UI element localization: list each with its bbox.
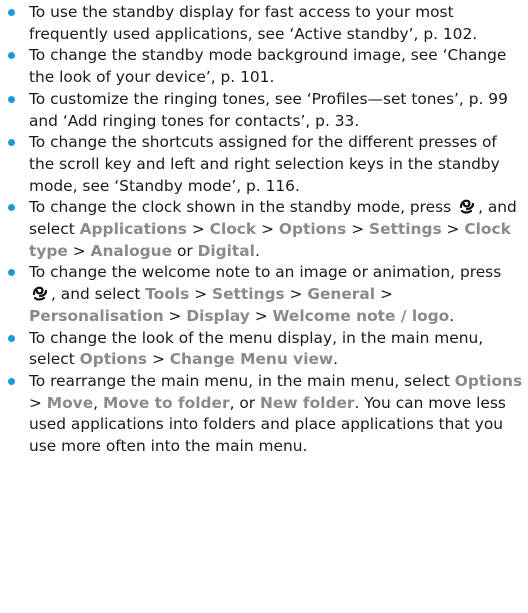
item-text: > — [29, 393, 47, 412]
item-text: To use the standby display for fast acce… — [29, 3, 478, 43]
item-text: > — [346, 220, 369, 239]
menu-path-keyword: Tools — [145, 285, 190, 304]
list-item: To customize the ringing tones, see ‘Pro… — [0, 89, 528, 132]
menu-path-keyword: Welcome note / logo — [272, 306, 450, 325]
bullet-icon — [8, 377, 15, 385]
item-text: To customize the ringing tones, see ‘Pro… — [29, 89, 508, 130]
menu-path-keyword: Personalisation — [29, 306, 164, 325]
list-item: To change the welcome note to an image o… — [0, 262, 528, 327]
list-item: To change the shortcuts assigned for the… — [0, 132, 528, 197]
list-item: To change the standby mode background im… — [0, 45, 528, 88]
item-text: To change the welcome note to an image o… — [29, 263, 502, 282]
list-item: To change the clock shown in the standby… — [0, 197, 528, 262]
item-text: To change the shortcuts assigned for the… — [29, 133, 500, 195]
menu-path-keyword: Settings — [368, 220, 442, 239]
bullet-icon — [8, 269, 15, 277]
menu-path-keyword: Options — [79, 350, 148, 369]
bullet-icon — [8, 139, 15, 147]
item-text: . — [333, 350, 339, 369]
item-text: , — [93, 393, 103, 412]
item-text: . — [254, 241, 260, 260]
bullet-icon — [8, 334, 15, 342]
list-item: To change the look of the menu display, … — [0, 328, 528, 371]
item-text: > — [147, 350, 170, 369]
bullet-icon — [8, 52, 15, 60]
menu-path-keyword: Move to folder — [102, 393, 230, 412]
menu-key-icon — [32, 286, 48, 301]
bullet-icon — [8, 95, 15, 103]
menu-path-keyword: Options — [454, 371, 523, 390]
menu-path-keyword: Options — [278, 220, 347, 239]
menu-path-keyword: Analogue — [90, 241, 173, 260]
menu-path-keyword: Applications — [79, 220, 187, 239]
bullet-icon — [8, 204, 15, 212]
item-text: > — [67, 241, 91, 260]
bullet-icon — [8, 9, 15, 16]
item-text: To change the standby mode background im… — [29, 46, 507, 87]
menu-key-icon — [459, 199, 475, 214]
menu-path-keyword: Move — [46, 393, 94, 412]
item-text: . — [449, 306, 455, 325]
item-text: > — [186, 220, 210, 239]
item-text: > — [163, 306, 187, 325]
menu-path-keyword: Change Menu view — [169, 350, 334, 369]
item-text: > — [256, 220, 279, 239]
menu-path-keyword: Clock — [209, 220, 257, 239]
menu-path-keyword: Settings — [212, 285, 285, 304]
item-text: To rearrange the main menu, in the main … — [29, 371, 455, 390]
item-text: > — [441, 220, 465, 239]
item-text: > — [249, 306, 273, 325]
item-text: > — [284, 285, 308, 304]
item-text: To change the clock shown in the standby… — [29, 198, 457, 217]
item-text: > — [375, 285, 393, 304]
menu-path-keyword: Digital — [197, 241, 255, 260]
item-text: > — [189, 285, 212, 304]
list-item: To rearrange the main menu, in the main … — [0, 371, 528, 458]
menu-path-keyword: New folder — [260, 393, 355, 412]
tips-list: To use the standby display for fast acce… — [0, 2, 528, 458]
menu-path-keyword: General — [307, 285, 376, 304]
item-text: or — [172, 241, 198, 260]
item-text: , or — [229, 393, 260, 412]
item-text: , and select — [51, 285, 146, 304]
list-item: To use the standby display for fast acce… — [0, 2, 528, 45]
menu-path-keyword: Display — [186, 306, 250, 325]
